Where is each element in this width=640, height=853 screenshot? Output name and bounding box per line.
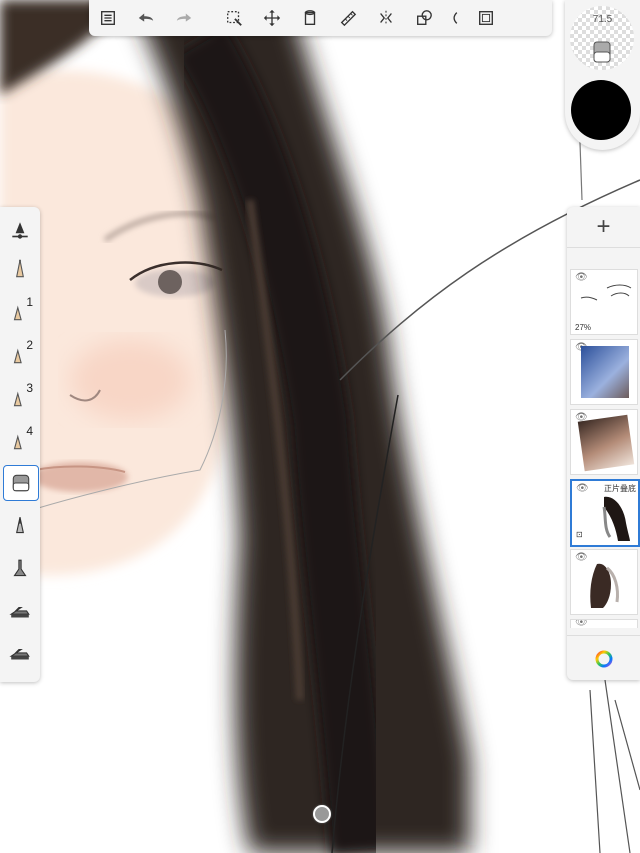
layers-list-icon[interactable]	[89, 0, 127, 36]
layer-thumbnail[interactable]: 👁 27%	[570, 269, 638, 335]
marker-brush-icon[interactable]	[3, 595, 37, 629]
brush-number: 2	[26, 338, 33, 352]
pencil-4-brush-icon[interactable]: 4	[3, 424, 37, 458]
brush-palette: 1 2 3 4	[0, 207, 40, 682]
perspective-icon[interactable]	[443, 0, 467, 36]
fill-icon[interactable]	[291, 0, 329, 36]
pencil-2-brush-icon[interactable]: 2	[3, 338, 37, 372]
layer-opacity: 27%	[575, 323, 592, 332]
select-icon[interactable]	[215, 0, 253, 36]
fullscreen-icon[interactable]	[467, 0, 505, 36]
brush-size-label: 71.5	[592, 14, 613, 25]
eraser-brush-icon[interactable]	[3, 465, 39, 501]
undo-icon[interactable]	[127, 0, 165, 36]
color-wheel-icon	[595, 650, 612, 667]
layer-thumbnail[interactable]: 👁	[570, 549, 638, 615]
current-color-swatch[interactable]	[571, 80, 631, 140]
brush-number: 3	[26, 381, 33, 395]
color-puck[interactable]: 71.5	[565, 0, 640, 150]
layer-thumbnail[interactable]: 👁	[570, 409, 638, 475]
marker-brush-icon[interactable]	[3, 637, 37, 671]
layer-thumbnail-selected[interactable]: 👁 正片叠底 ⊡	[570, 479, 640, 547]
add-layer-button[interactable]: +	[567, 207, 640, 248]
layer-thumbnail[interactable]: 👁	[570, 619, 638, 628]
redo-icon[interactable]	[165, 0, 203, 36]
ruler-icon[interactable]	[329, 0, 367, 36]
eraser-icon	[593, 41, 611, 63]
pencil-brush-icon[interactable]	[3, 252, 37, 286]
transform-icon[interactable]	[253, 0, 291, 36]
top-toolbar	[89, 0, 552, 36]
lock-icon: ⊡	[576, 530, 583, 539]
color-wheel-button[interactable]	[567, 635, 640, 681]
layer-thumbnail[interactable]: 👁	[570, 339, 638, 405]
pencil-3-brush-icon[interactable]: 3	[3, 381, 37, 415]
pen-brush-icon[interactable]	[3, 509, 37, 543]
visibility-eye-icon[interactable]: 👁	[575, 620, 588, 628]
pencil-1-brush-icon[interactable]: 1	[3, 295, 37, 329]
canvas-rotation-handle[interactable]	[313, 805, 331, 823]
brush-settings-icon[interactable]	[3, 214, 37, 248]
airbrush-brush-icon[interactable]	[3, 552, 37, 586]
brush-number: 4	[26, 424, 33, 438]
drawing-canvas[interactable]	[0, 0, 640, 853]
visibility-eye-icon[interactable]: 👁	[576, 483, 589, 494]
layer-editor: + 👁 27% 👁 👁 👁 正片叠底 ⊡ 👁 👁	[567, 207, 640, 680]
symmetry-icon[interactable]	[367, 0, 405, 36]
shapes-icon[interactable]	[405, 0, 443, 36]
brush-number: 1	[26, 295, 33, 309]
